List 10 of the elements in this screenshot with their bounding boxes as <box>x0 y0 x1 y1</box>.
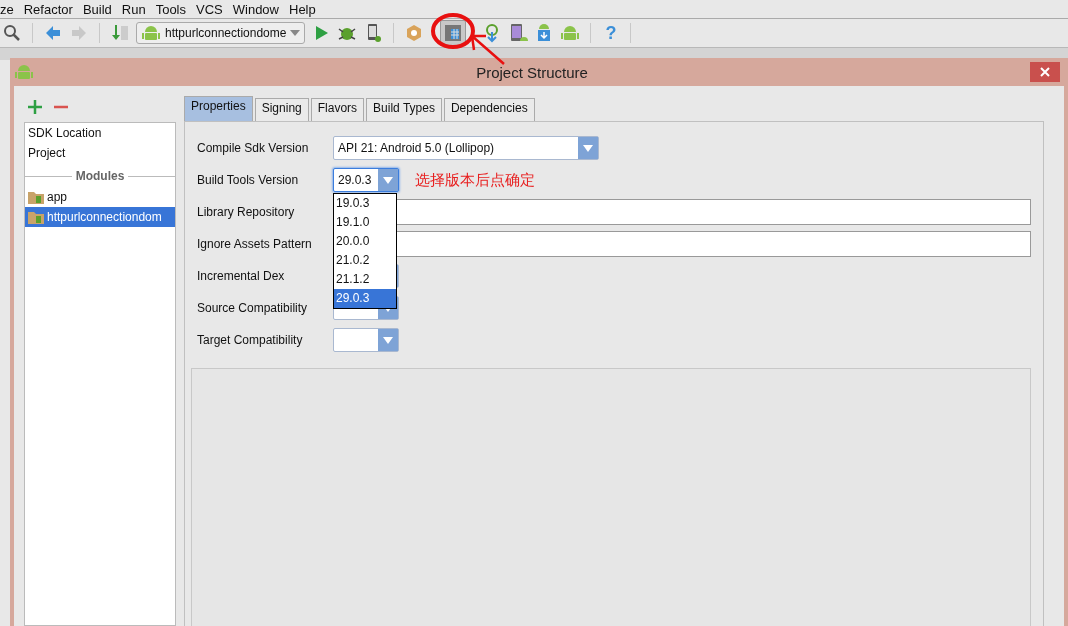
field-label: Source Compatibility <box>197 301 309 315</box>
field-label: Build Tools Version <box>197 173 300 187</box>
section-heading: Modules <box>75 169 125 183</box>
field-label: Compile Sdk Version <box>197 141 310 155</box>
handwritten-annotation: 选择版本后点确定 <box>415 170 535 190</box>
field-label: Ignore Assets Pattern <box>197 237 313 251</box>
dialog-title: Project Structure <box>475 63 589 81</box>
field-label: Target Compatibility <box>197 333 304 347</box>
field-label: Library Repository <box>197 205 296 219</box>
field-label: Incremental Dex <box>197 269 286 283</box>
